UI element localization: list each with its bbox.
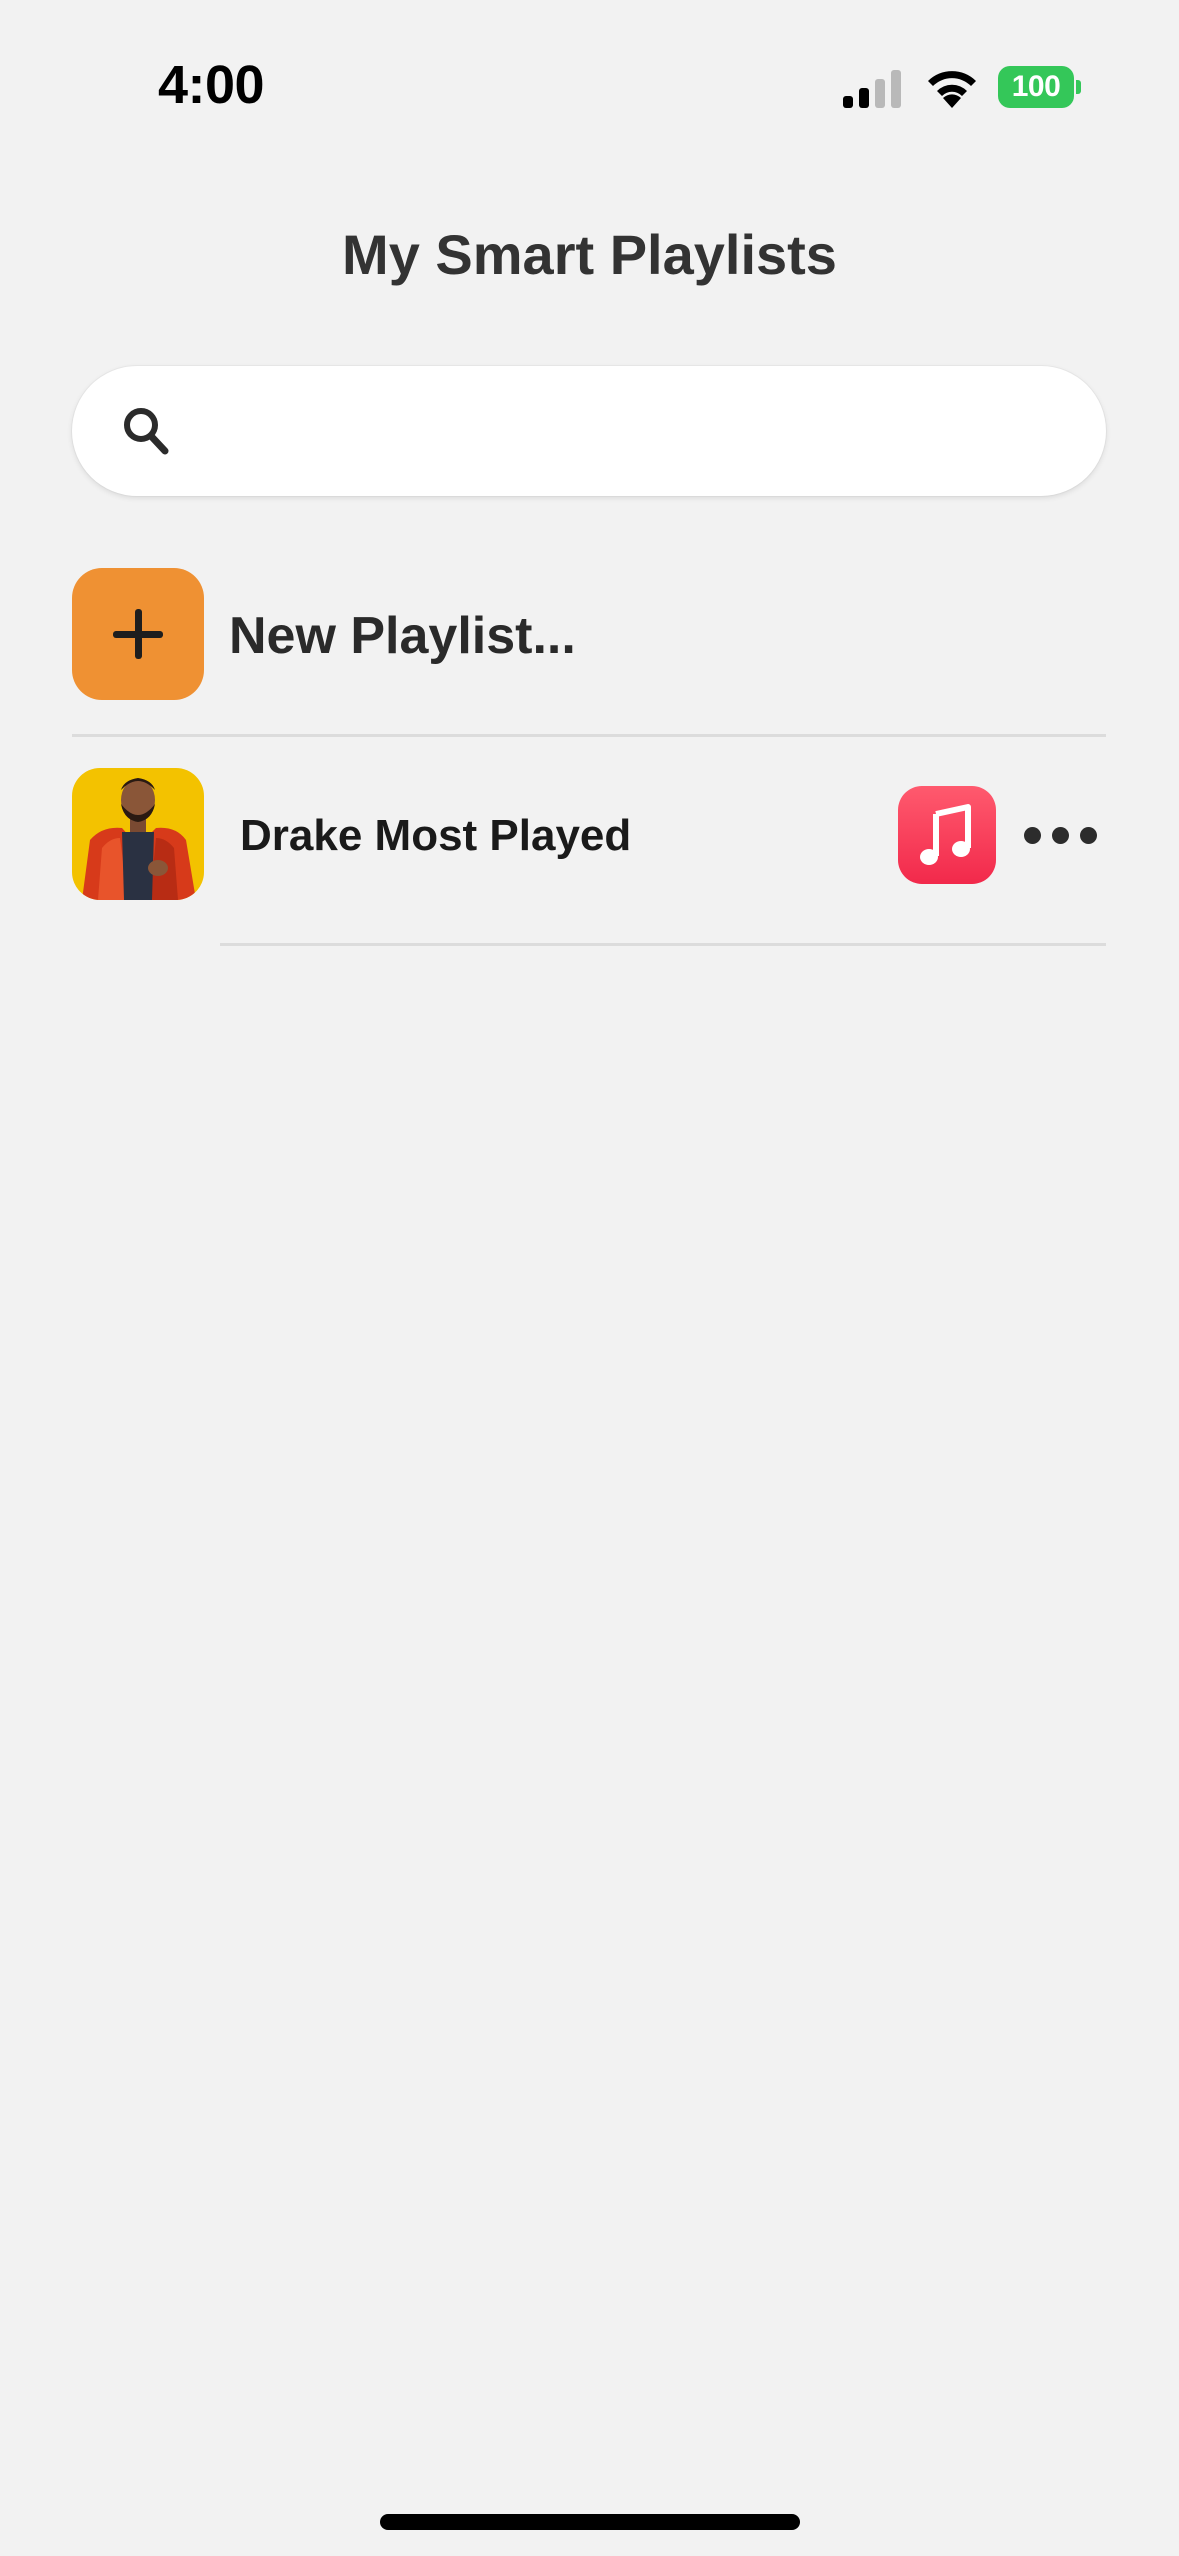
battery-level: 100: [1011, 70, 1061, 103]
status-time: 4:00: [158, 55, 265, 115]
status-bar: 4:00 100: [0, 0, 1179, 160]
search-bar[interactable]: [72, 366, 1106, 498]
home-indicator[interactable]: [380, 2514, 800, 2530]
plus-icon[interactable]: [72, 568, 204, 700]
signal-icon: [843, 70, 901, 108]
apple-music-icon[interactable]: [898, 786, 996, 884]
new-playlist-label[interactable]: New Playlist...: [229, 606, 576, 666]
list-item[interactable]: Drake Most Played: [72, 768, 1106, 902]
battery-icon: 100: [998, 66, 1081, 108]
search-input[interactable]: [192, 366, 1076, 498]
search-icon: [124, 408, 169, 455]
playlist-title[interactable]: Drake Most Played: [240, 811, 631, 861]
playlist-artwork: [72, 768, 204, 900]
new-playlist-button[interactable]: New Playlist...: [72, 568, 1106, 702]
page-title: My Smart Playlists: [342, 223, 837, 286]
ellipsis-icon[interactable]: [1022, 810, 1102, 860]
wifi-icon: [928, 71, 976, 108]
divider: [220, 943, 1106, 946]
divider: [72, 734, 1106, 737]
